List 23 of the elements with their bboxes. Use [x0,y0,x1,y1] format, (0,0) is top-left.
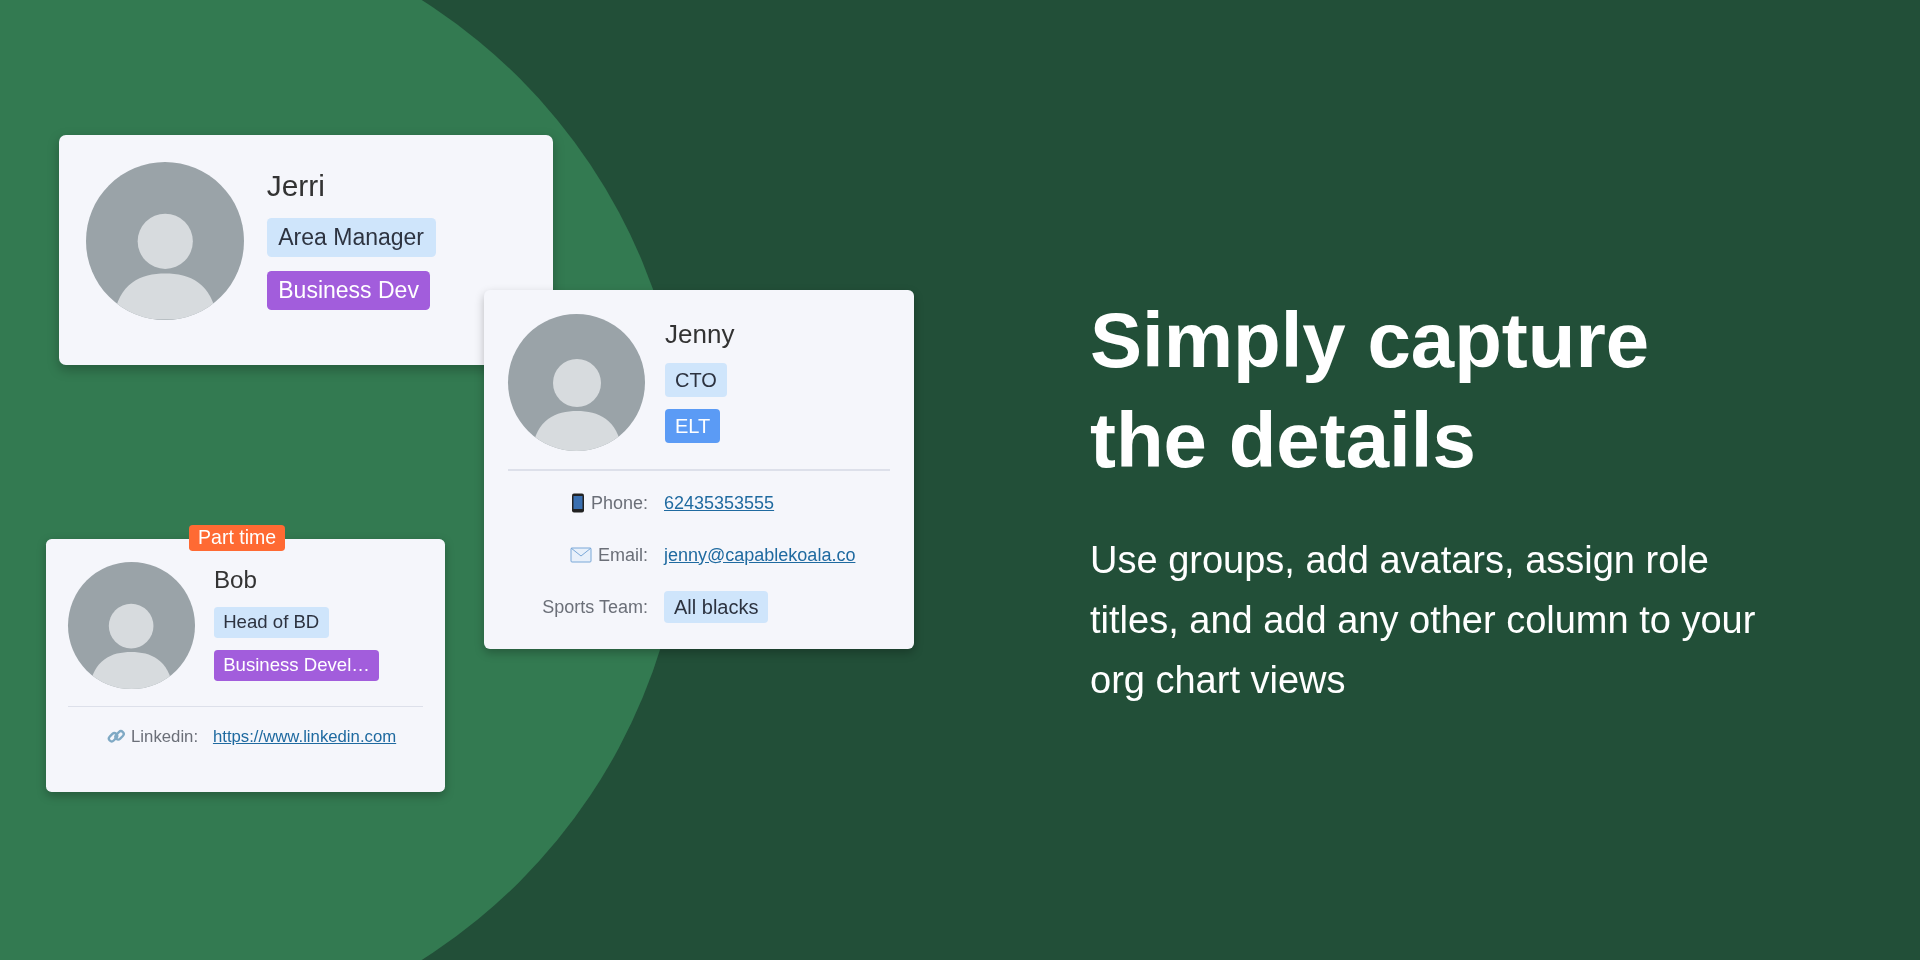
team-tag: All blacks [664,591,769,623]
person-name: Bob [213,565,257,596]
person-name: Jerri [266,167,325,204]
role-tag: Business Dev [266,270,431,310]
role-tag: CTO [665,362,727,397]
chain-link-icon [106,727,126,746]
field-link[interactable]: jenny@capablekoala.co [664,541,856,569]
role-tag: ELT [665,408,721,443]
role-tag: Head of BD [213,606,329,639]
field-label: Linkedin: [131,726,199,749]
person-name: Jenny [665,318,735,351]
field-label: Phone: [590,491,648,515]
description: Use groups, add avatars, assign role titles, and add any other column to your org chart views [1090,538,1757,703]
role-tag: Business Devel… [213,649,380,682]
envelope-icon [570,547,592,563]
field-link[interactable]: https://www.linkedin.com [212,724,397,750]
headline: Simply capture the details [1090,295,1651,486]
role-tag: Area Manager [266,217,436,257]
field-link[interactable]: 62435353555 [664,489,775,517]
phone-icon [570,493,585,513]
field-label: Email: [598,543,648,567]
status-badge: Part time [188,524,286,552]
field-label: Sports Team: [542,595,648,619]
